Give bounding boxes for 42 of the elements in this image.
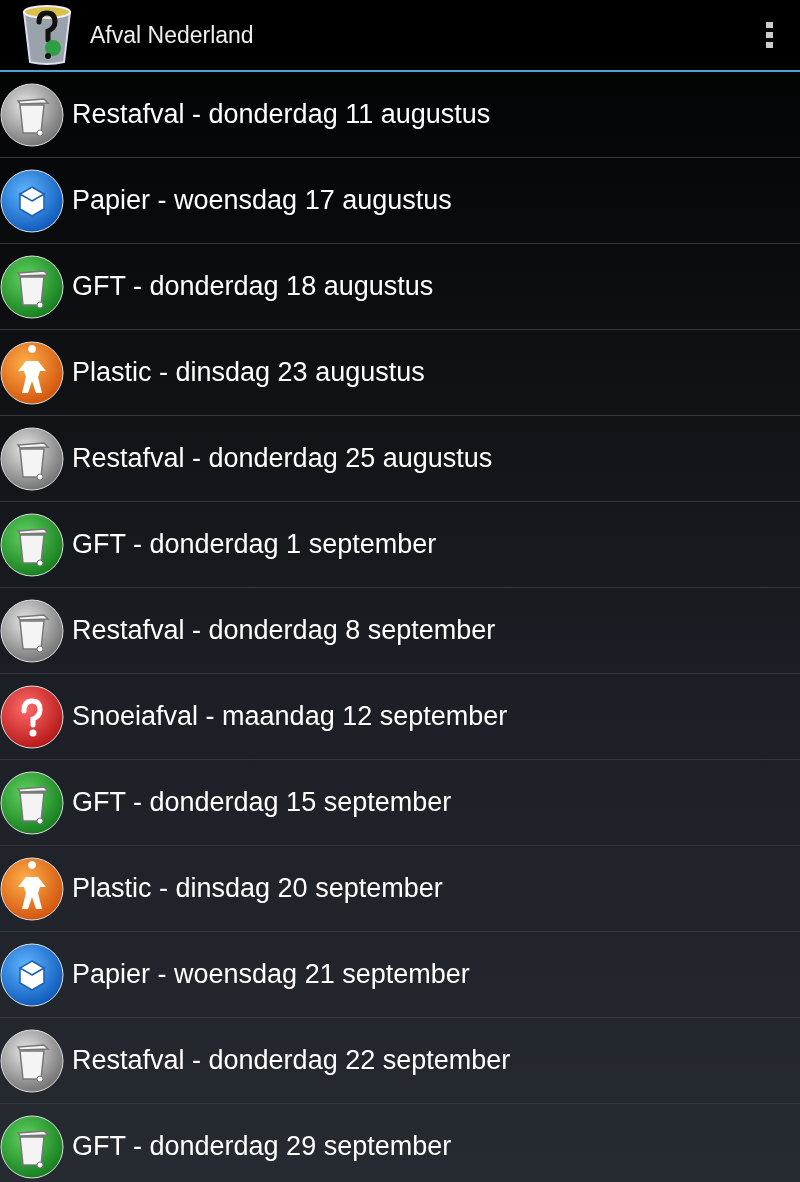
app-title: Afval Nederland [90, 20, 255, 50]
question-icon [0, 684, 64, 749]
list-item[interactable]: GFT - donderdag 15 september [0, 760, 800, 846]
bin-icon [0, 82, 64, 147]
list-item[interactable]: Papier - woensdag 21 september [0, 932, 800, 1018]
list-item[interactable]: GFT - donderdag 29 september [0, 1104, 800, 1182]
pickup-text: Restafval - donderdag 25 augustus [72, 442, 493, 476]
list-item[interactable]: Restafval - donderdag 22 september [0, 1018, 800, 1104]
app-icon [20, 4, 74, 66]
pickup-text: Plastic - dinsdag 23 augustus [72, 356, 425, 390]
list-item[interactable]: Snoeiafval - maandag 12 september [0, 674, 800, 760]
bin-icon [0, 1028, 64, 1093]
pickup-text: GFT - donderdag 15 september [72, 786, 452, 820]
pickup-text: Plastic - dinsdag 20 september [72, 872, 443, 906]
box-icon [0, 942, 64, 1007]
bin-icon [0, 426, 64, 491]
pickup-text: GFT - donderdag 18 augustus [72, 270, 434, 304]
pickup-text: Restafval - donderdag 11 augustus [72, 98, 491, 132]
list-item[interactable]: Restafval - donderdag 25 augustus [0, 416, 800, 502]
bin-icon [0, 254, 64, 319]
list-item[interactable]: Plastic - dinsdag 23 augustus [0, 330, 800, 416]
list-item[interactable]: GFT - donderdag 1 september [0, 502, 800, 588]
pickup-text: Papier - woensdag 17 augustus [72, 184, 452, 218]
list-item[interactable]: GFT - donderdag 18 augustus [0, 244, 800, 330]
list-item[interactable]: Restafval - donderdag 11 augustus [0, 72, 800, 158]
bin-icon [0, 770, 64, 835]
pickup-text: Snoeiafval - maandag 12 september [72, 700, 508, 734]
list-item[interactable]: Plastic - dinsdag 20 september [0, 846, 800, 932]
menu-icon [766, 22, 774, 48]
list-item[interactable]: Restafval - donderdag 8 september [0, 588, 800, 674]
list-item[interactable]: Papier - woensdag 17 augustus [0, 158, 800, 244]
bin-icon [0, 1114, 64, 1179]
pickup-text: Restafval - donderdag 8 september [72, 614, 496, 648]
figure-icon [0, 340, 64, 405]
pickup-text: GFT - donderdag 1 september [72, 528, 437, 562]
box-icon [0, 168, 64, 233]
bin-icon [0, 512, 64, 577]
figure-icon [0, 856, 64, 921]
pickup-text: Papier - woensdag 21 september [72, 958, 470, 992]
pickup-text: Restafval - donderdag 22 september [72, 1044, 511, 1078]
pickup-text: GFT - donderdag 29 september [72, 1130, 452, 1164]
bin-icon [0, 598, 64, 663]
